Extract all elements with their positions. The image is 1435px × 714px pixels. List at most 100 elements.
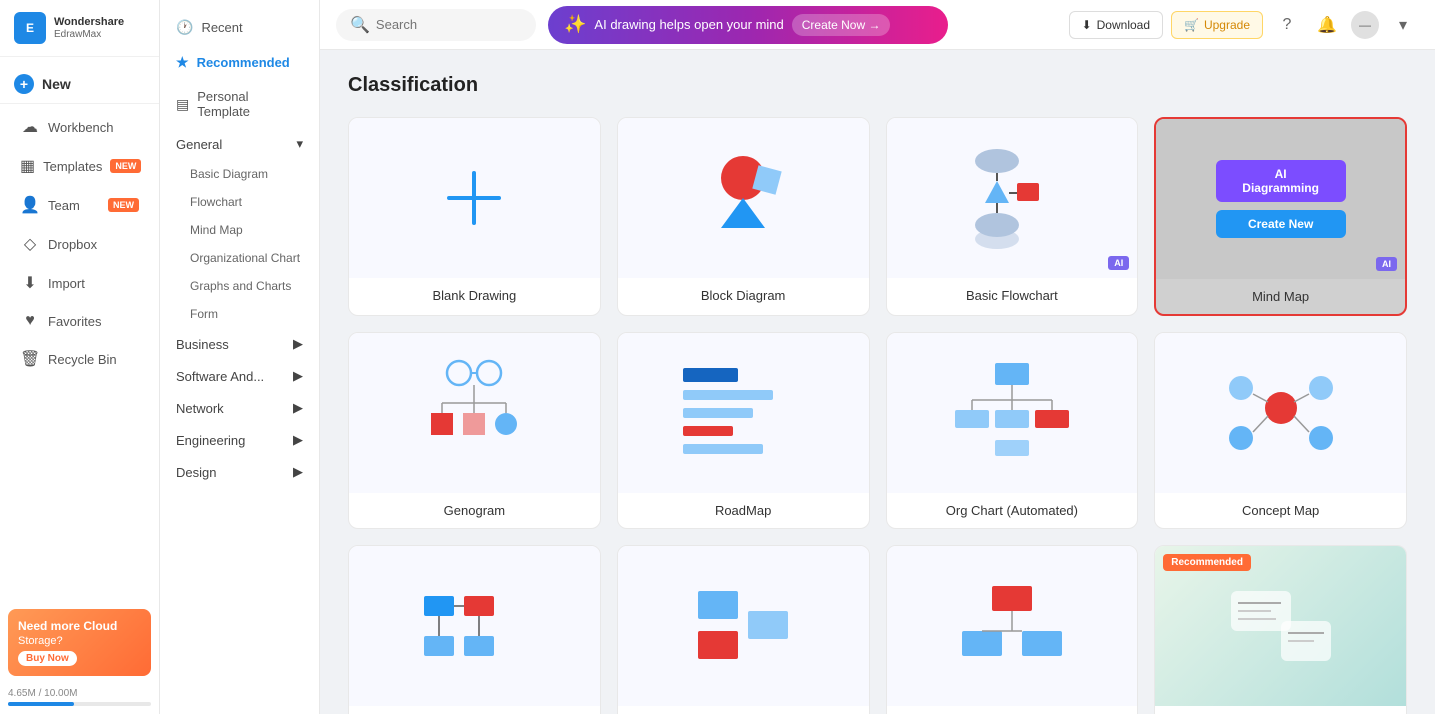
section-business[interactable]: Business ▶ [160, 328, 319, 360]
recommended-icon: ★ [176, 54, 189, 71]
midpanel-recommended[interactable]: ★ Recommended [160, 45, 319, 80]
ai-badge-flowchart: AI [1108, 256, 1129, 270]
import-icon: ⬇ [20, 273, 40, 293]
sidebar-item-templates[interactable]: ▦ Templates NEW [6, 147, 153, 185]
card-genogram-label: Genogram [349, 493, 600, 528]
logo-icon: E [14, 12, 46, 44]
card-concept[interactable]: Concept Map [1154, 332, 1407, 529]
notification-button[interactable]: 🔔 [1311, 9, 1343, 41]
card-genogram[interactable]: Genogram [348, 332, 601, 529]
engineering-label: Engineering [176, 433, 245, 448]
cloud-icon: ☁ [20, 117, 40, 137]
card-net1-img [349, 546, 600, 706]
buy-now-button[interactable]: Buy Now [18, 651, 77, 666]
card-net3[interactable] [886, 545, 1139, 714]
card-flowchart-img: AI [887, 118, 1138, 278]
roadmap-icon [673, 358, 813, 468]
engineering-chevron: ▶ [293, 432, 303, 448]
sub-graphs-charts[interactable]: Graphs and Charts [160, 272, 319, 300]
new-label: New [42, 76, 71, 92]
card-orgchart-label: Org Chart (Automated) [887, 493, 1138, 528]
download-button[interactable]: ⬇ Download [1069, 11, 1163, 39]
team-badge: NEW [108, 198, 139, 212]
new-button[interactable]: + New [0, 65, 159, 104]
card-blank-label: Blank Drawing [349, 278, 600, 313]
section-engineering[interactable]: Engineering ▶ [160, 424, 319, 456]
upgrade-icon: 🛒 [1184, 18, 1199, 32]
recent-icon: 🕐 [176, 19, 193, 36]
help-button[interactable]: ? [1271, 9, 1303, 41]
card-block-img [618, 118, 869, 278]
sidebar-item-import[interactable]: ⬇ Import [6, 264, 153, 302]
sub-basic-diagram[interactable]: Basic Diagram [160, 160, 319, 188]
section-software[interactable]: Software And... ▶ [160, 360, 319, 392]
block-diagram-icon [683, 148, 803, 248]
sidebar-nav: + New ☁ Workbench ▦ Templates NEW 👤 Team… [0, 57, 159, 601]
card-recommended[interactable]: Recommended [1154, 545, 1407, 714]
section-design[interactable]: Design ▶ [160, 456, 319, 488]
top-bar: 🔍 ✨ AI drawing helps open your mind Crea… [320, 0, 1435, 50]
download-icon: ⬇ [1082, 18, 1092, 32]
personal-label: Personal Template [197, 89, 303, 119]
sidebar-item-dropbox[interactable]: ◇ Dropbox [6, 225, 153, 263]
card-roadmap[interactable]: RoadMap [617, 332, 870, 529]
main-content: 🔍 ✨ AI drawing helps open your mind Crea… [320, 0, 1435, 714]
section-network[interactable]: Network ▶ [160, 392, 319, 424]
card-roadmap-label: RoadMap [618, 493, 869, 528]
sidebar-item-team[interactable]: 👤 Team NEW [6, 186, 153, 224]
card-flowchart[interactable]: AI Basic Flowchart [886, 117, 1139, 316]
import-label: Import [48, 276, 85, 291]
net2-icon [683, 576, 803, 676]
create-new-button[interactable]: Create New [1216, 210, 1346, 238]
top-actions: ⬇ Download 🛒 Upgrade ? 🔔 — ▾ [1069, 9, 1419, 41]
search-input[interactable] [376, 17, 516, 32]
ai-banner[interactable]: ✨ AI drawing helps open your mind Create… [548, 6, 948, 44]
templates-icon: ▦ [20, 156, 35, 176]
concept-map-icon [1216, 358, 1346, 468]
sub-flowchart[interactable]: Flowchart [160, 188, 319, 216]
orgchart-icon [947, 358, 1077, 468]
sidebar-item-favorites[interactable]: ♥ Favorites [6, 303, 153, 339]
card-genogram-img [349, 333, 600, 493]
card-grid: Blank Drawing Block Diagram [348, 117, 1407, 714]
card-block[interactable]: Block Diagram [617, 117, 870, 316]
logo-line1: Wondershare [54, 16, 124, 29]
plus-icon: + [14, 74, 34, 94]
ai-diagramming-button[interactable]: AI Diagramming [1216, 160, 1346, 202]
recycle-label: Recycle Bin [48, 352, 117, 367]
card-orgchart[interactable]: Org Chart (Automated) [886, 332, 1139, 529]
card-net1[interactable] [348, 545, 601, 714]
search-box[interactable]: 🔍 [336, 9, 536, 41]
midpanel-personal[interactable]: ▤ Personal Template [160, 80, 319, 128]
sub-mind-map[interactable]: Mind Map [160, 216, 319, 244]
sub-org-chart[interactable]: Organizational Chart [160, 244, 319, 272]
card-blank[interactable]: Blank Drawing [348, 117, 601, 316]
content-area: Classification Blank Drawing [320, 50, 1435, 714]
card-roadmap-img [618, 333, 869, 493]
card-orgchart-img [887, 333, 1138, 493]
storage-text: 4.65M / 10.00M [8, 688, 151, 699]
dropdown-button[interactable]: ▾ [1387, 9, 1419, 41]
storage-bar-bg [8, 702, 151, 706]
dropbox-icon: ◇ [20, 234, 40, 254]
card-mindmap-label: Mind Map [1156, 279, 1405, 314]
sub-form[interactable]: Form [160, 300, 319, 328]
card-concept-img [1155, 333, 1406, 493]
sidebar-item-workbench[interactable]: ☁ Workbench [6, 108, 153, 146]
card-mindmap[interactable]: AI Diagramming Create New AI Mind Map [1154, 117, 1407, 316]
ai-create-button[interactable]: Create Now → [792, 14, 891, 36]
net1-icon [414, 576, 534, 676]
sidebar-item-recycle[interactable]: 🗑 Recycle Bin [6, 340, 153, 378]
templates-badge: NEW [110, 159, 141, 173]
card-net2[interactable] [617, 545, 870, 714]
card-mindmap-img: AI Diagramming Create New AI [1156, 119, 1405, 279]
upgrade-button[interactable]: 🛒 Upgrade [1171, 11, 1263, 39]
page-title: Classification [348, 74, 1407, 97]
avatar[interactable]: — [1351, 11, 1379, 39]
mind-map-overlay: AI Diagramming Create New [1156, 119, 1405, 279]
section-general[interactable]: General ▾ [160, 128, 319, 160]
recycle-icon: 🗑 [20, 349, 40, 369]
card-net2-label [618, 706, 869, 714]
midpanel-recent[interactable]: 🕐 Recent [160, 10, 319, 45]
storage-banner[interactable]: Need more Cloud Storage? Buy Now [8, 609, 151, 676]
